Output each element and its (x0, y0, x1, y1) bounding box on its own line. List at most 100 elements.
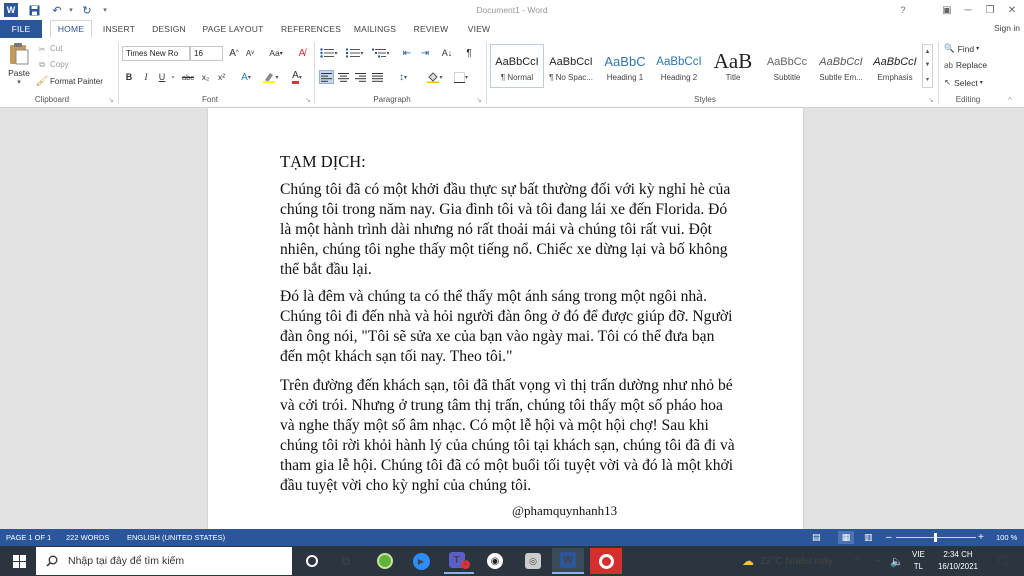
cortana-icon[interactable] (302, 548, 322, 574)
clipboard-launcher-icon[interactable]: ↘ (108, 96, 114, 104)
style-title[interactable]: AaB Title (706, 44, 760, 88)
decrease-indent-icon[interactable]: ⇤ (400, 46, 414, 60)
align-right-button[interactable] (353, 70, 368, 84)
tab-mailings[interactable]: MAILINGS (350, 20, 400, 38)
superscript-button[interactable]: x² (215, 70, 228, 84)
language-indicator[interactable]: ENGLISH (UNITED STATES) (127, 531, 225, 544)
collapse-ribbon-icon[interactable]: ^ (1008, 96, 1012, 105)
strikethrough-button[interactable]: abc (180, 70, 196, 84)
weather-text[interactable]: 22°C Nhiều mây (760, 548, 833, 574)
copy-icon[interactable]: ⧉ (36, 58, 48, 72)
tab-design[interactable]: DESIGN (148, 20, 190, 38)
align-center-button[interactable] (336, 70, 351, 84)
bullets-button[interactable]: ▾ (318, 46, 340, 60)
tab-page-layout[interactable]: PAGE LAYOUT (200, 20, 266, 38)
format-painter-icon[interactable]: 🖌 (36, 74, 49, 88)
change-case-button[interactable]: Aa ▾ (265, 46, 287, 60)
justify-button[interactable] (370, 70, 385, 84)
text-effects-icon[interactable]: A ▾ (237, 70, 255, 84)
zoom-in-button[interactable]: + (978, 531, 984, 544)
replace-button[interactable]: ab Replace (944, 60, 987, 70)
tab-home[interactable]: HOME (50, 20, 92, 38)
style-subtle-emphasis[interactable]: AaBbCcI Subtle Em... (814, 44, 868, 88)
word-count[interactable]: 222 WORDS (66, 531, 109, 544)
shading-button[interactable]: ▾ (424, 70, 446, 84)
style-heading-2[interactable]: AaBbCcI Heading 2 (652, 44, 706, 88)
align-left-button[interactable] (319, 70, 334, 84)
tab-file[interactable]: FILE (0, 20, 42, 38)
zoom-out-button[interactable]: – (886, 531, 892, 544)
redo-icon[interactable]: ↻ (80, 3, 94, 17)
underline-button[interactable]: U (156, 70, 168, 84)
style-no-spacing[interactable]: AaBbCcI ¶ No Spac... (544, 44, 598, 88)
restore-button[interactable]: ❐ (980, 2, 1000, 18)
underline-dropdown-icon[interactable]: ▾ (169, 70, 177, 84)
clear-formatting-icon[interactable]: A̸ (295, 46, 309, 60)
font-size-select[interactable]: 16 (190, 46, 223, 61)
scroll-down-icon[interactable]: ▼ (925, 62, 931, 68)
style-emphasis[interactable]: AaBbCcI Emphasis (868, 44, 922, 88)
tab-review[interactable]: REVIEW (410, 20, 452, 38)
save-icon[interactable] (27, 3, 41, 17)
format-painter-button[interactable]: Format Painter (50, 77, 103, 86)
shrink-font-button[interactable]: Av (243, 46, 257, 60)
subscript-button[interactable]: x₂ (199, 70, 212, 84)
notifications-icon[interactable]: 🗨 (992, 548, 1014, 574)
opera-app-icon[interactable] (590, 548, 622, 574)
italic-button[interactable]: I (140, 70, 152, 84)
tab-references[interactable]: REFERENCES (278, 20, 344, 38)
style-heading-1[interactable]: AaBbC Heading 1 (598, 44, 652, 88)
paste-button[interactable]: Paste ▾ (6, 42, 32, 92)
style-subtitle[interactable]: AaBbCc Subtitle (760, 44, 814, 88)
tab-view[interactable]: VIEW (462, 20, 496, 38)
disc-app-icon[interactable]: ◎ (522, 548, 544, 574)
find-button[interactable]: 🔍 Find ▾ (944, 43, 979, 54)
volume-icon[interactable]: 🔈 (890, 548, 904, 574)
numbering-button[interactable]: ▾ (344, 46, 366, 60)
system-clock[interactable]: 2:34 CH 16/10/2021 (936, 549, 980, 573)
help-button[interactable]: ? (893, 2, 913, 18)
input-language-indicator[interactable]: VIE TL (912, 549, 925, 573)
increase-indent-icon[interactable]: ⇥ (418, 46, 432, 60)
media-app-icon[interactable]: ◉ (484, 548, 506, 574)
taskbar-search-box[interactable]: Nhập tại đây để tìm kiếm (36, 547, 292, 575)
zoom-slider-thumb[interactable] (934, 533, 937, 542)
grow-font-button[interactable]: A ^ (227, 46, 241, 60)
show-hidden-icons[interactable]: ^ (850, 548, 864, 574)
bold-button[interactable]: B (123, 70, 135, 84)
styles-gallery-scroll[interactable]: ▲ ▼ ▾ (922, 44, 933, 88)
print-layout-icon[interactable]: ▦ (838, 531, 854, 544)
cut-icon[interactable]: ✂ (36, 42, 48, 56)
tab-insert[interactable]: INSERT (100, 20, 138, 38)
cut-button[interactable]: Cut (50, 44, 62, 53)
minimize-button[interactable]: ─ (958, 2, 978, 18)
gallery-more-icon[interactable]: ▾ (926, 76, 929, 83)
web-layout-icon[interactable]: ▥ (864, 531, 873, 544)
network-icon[interactable]: ◔ (870, 548, 884, 574)
paste-dropdown-icon[interactable]: ▾ (17, 78, 21, 86)
undo-icon[interactable]: ↶ (50, 3, 64, 17)
multilevel-list-button[interactable]: ▾ (370, 46, 392, 60)
teams-app-icon[interactable]: T2 (444, 548, 474, 574)
style-normal[interactable]: AaBbCcI ¶ Normal (490, 44, 544, 88)
customize-quick-access-icon[interactable]: ▾ (98, 3, 112, 17)
font-color-button[interactable]: A ▾ (288, 70, 306, 84)
ribbon-display-options-icon[interactable]: ▣ (937, 2, 957, 18)
app-icon-green[interactable] (374, 548, 396, 574)
font-launcher-icon[interactable]: ↘ (305, 96, 311, 104)
sign-in-link[interactable]: Sign in (994, 23, 1020, 33)
close-button[interactable]: ✕ (1002, 2, 1022, 18)
line-spacing-icon[interactable]: ↕ ▾ (392, 70, 414, 84)
read-mode-icon[interactable]: ▤ (812, 531, 821, 544)
highlight-color-button[interactable]: ▾ (262, 70, 280, 84)
select-button[interactable]: ↖ Select ▾ (944, 77, 983, 88)
font-name-select[interactable]: Times New Ro (122, 46, 190, 61)
zoom-app-icon[interactable]: ▶ (410, 548, 432, 574)
windows-start-button[interactable] (8, 548, 30, 574)
borders-button[interactable]: ▾ (450, 70, 472, 84)
styles-launcher-icon[interactable]: ↘ (928, 96, 934, 104)
page-count[interactable]: PAGE 1 OF 1 (6, 531, 51, 544)
weather-icon[interactable]: ☁ (740, 548, 756, 574)
word-app-icon[interactable]: W (552, 548, 584, 574)
paragraph-launcher-icon[interactable]: ↘ (476, 96, 482, 104)
